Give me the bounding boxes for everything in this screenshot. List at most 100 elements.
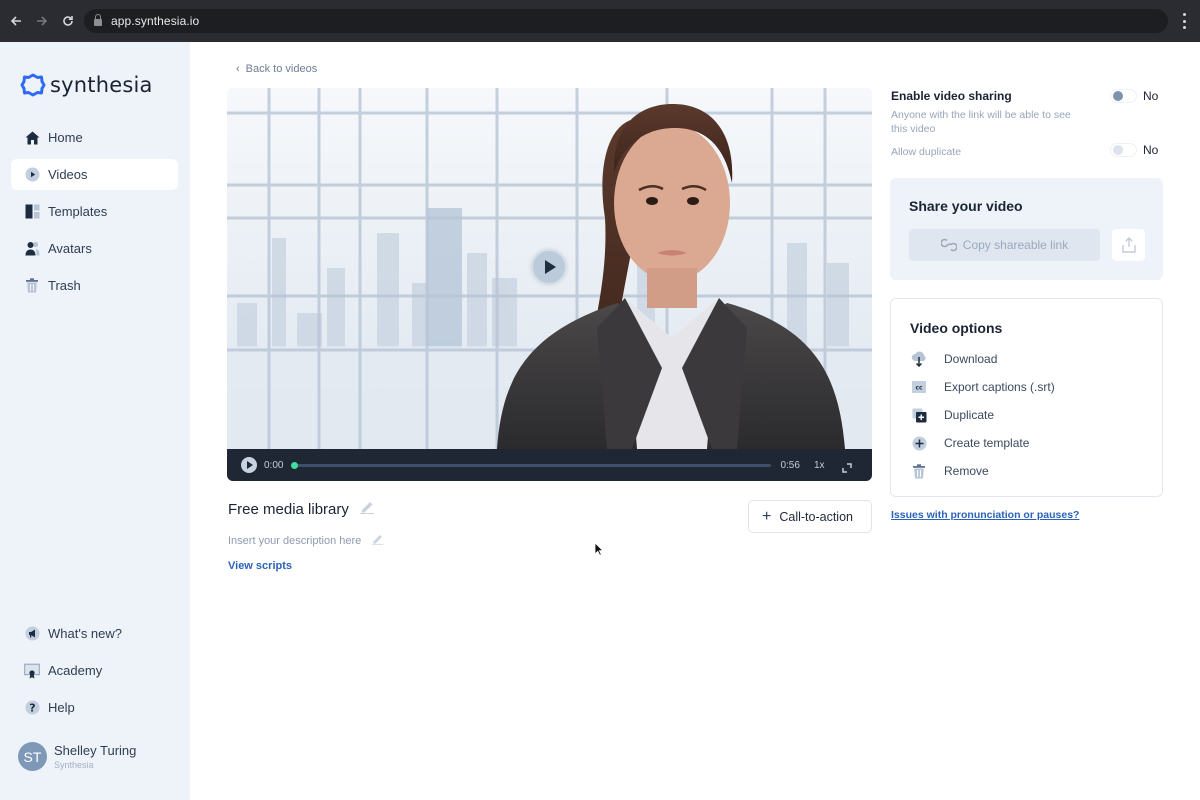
play-circle-icon (24, 167, 40, 183)
link-icon (940, 238, 957, 252)
view-scripts-link[interactable]: View scripts (228, 560, 292, 572)
sidebar-item-whats-new[interactable]: What's new? (11, 618, 178, 649)
certificate-icon (24, 663, 40, 679)
user-name: Shelley Turing (54, 743, 137, 758)
fullscreen-icon (841, 463, 852, 473)
sidebar-item-trash[interactable]: Trash (11, 270, 178, 301)
browser-back-button[interactable] (4, 9, 28, 33)
option-label: Create template (944, 436, 1030, 450)
seek-bar[interactable] (291, 461, 772, 469)
allow-duplicate-label: Allow duplicate (891, 146, 962, 158)
description-placeholder: Insert your description here (228, 534, 362, 547)
video-options-title: Video options (910, 320, 1003, 336)
sidebar-bottom-nav: What's new? Academy ? Help (11, 618, 178, 729)
player-controls: 0:00 0:56 1x (227, 449, 872, 481)
sidebar-item-academy[interactable]: Academy (11, 655, 178, 686)
share-video-card: Share your video Copy shareable link (890, 178, 1163, 280)
user-profile[interactable]: ST Shelley Turing Synthesia (18, 742, 136, 771)
option-label: Export captions (.srt) (944, 380, 1055, 394)
playback-speed-button[interactable]: 1x (814, 460, 825, 471)
synthesia-logo[interactable]: synthesia (20, 72, 153, 98)
sidebar-item-label: Help (48, 700, 75, 715)
user-info: Shelley Turing Synthesia (54, 743, 136, 770)
toggle-knob (1113, 91, 1123, 101)
video-description[interactable]: Insert your description here (228, 533, 384, 548)
video-sharing-value: No (1143, 89, 1159, 103)
option-download[interactable]: Download (911, 345, 1055, 373)
video-title: Free media library (228, 500, 375, 518)
back-link-label: Back to videos (245, 63, 318, 75)
browser-menu-button[interactable] (1178, 13, 1190, 29)
sidebar-item-label: Videos (48, 167, 88, 182)
megaphone-icon (24, 626, 40, 642)
trash-icon (911, 463, 927, 479)
sidebar-item-label: Templates (48, 204, 108, 219)
avatars-icon (24, 241, 40, 257)
kebab-menu-icon (1182, 13, 1186, 16)
option-duplicate[interactable]: Duplicate (911, 401, 1055, 429)
play-button[interactable] (241, 457, 257, 473)
edit-description-button[interactable] (371, 533, 384, 548)
copy-shareable-link-button[interactable]: Copy shareable link (909, 229, 1100, 261)
pencil-icon (359, 502, 374, 514)
video-player: 0:00 0:56 1x (227, 88, 872, 481)
seek-thumb[interactable] (291, 461, 299, 469)
toggle-knob (1113, 145, 1123, 155)
sidebar-item-videos[interactable]: Videos (11, 159, 178, 190)
allow-duplicate-value: No (1143, 143, 1159, 157)
video-frame[interactable] (227, 88, 872, 449)
sidebar-nav: Home Videos Templates Avatars Trash (11, 122, 178, 307)
sidebar: synthesia Home Videos Templates Avatars (0, 42, 190, 800)
fullscreen-button[interactable] (841, 460, 852, 473)
sidebar-item-label: Trash (48, 278, 81, 293)
sidebar-item-templates[interactable]: Templates (11, 196, 178, 227)
sidebar-item-label: What's new? (48, 626, 123, 641)
url-text: app.synthesia.io (111, 14, 200, 28)
sidebar-item-label: Academy (48, 663, 103, 678)
svg-text:?: ? (29, 702, 35, 715)
cta-label: Call-to-action (779, 509, 853, 524)
sidebar-item-avatars[interactable]: Avatars (11, 233, 178, 264)
video-options-card: Video options Download cc Export caption… (890, 298, 1163, 497)
chevron-left-icon: ‹ (236, 63, 240, 75)
sidebar-item-help[interactable]: ? Help (11, 692, 178, 723)
help-icon: ? (24, 700, 40, 716)
edit-title-button[interactable] (359, 500, 375, 518)
mouse-cursor-icon (594, 542, 604, 556)
pronunciation-issues-link[interactable]: Issues with pronunciation or pauses? (891, 509, 1079, 521)
browser-reload-button[interactable] (56, 9, 80, 33)
sidebar-item-home[interactable]: Home (11, 122, 178, 153)
option-label: Duplicate (944, 408, 995, 422)
arrow-right-icon (37, 16, 48, 26)
menu-dot (1182, 19, 1186, 23)
share-upload-icon (1121, 237, 1136, 253)
call-to-action-button[interactable]: + Call-to-action (748, 500, 872, 533)
browser-forward-button[interactable] (30, 9, 54, 33)
lock-icon (94, 14, 102, 26)
back-to-videos-link[interactable]: ‹ Back to videos (236, 63, 317, 75)
option-create-template[interactable]: Create template (911, 429, 1055, 457)
video-play-overlay-button[interactable] (531, 249, 567, 285)
templates-icon (24, 204, 40, 220)
trash-icon (24, 278, 40, 294)
video-title-text: Free media library (228, 500, 349, 518)
option-export-captions[interactable]: cc Export captions (.srt) (911, 373, 1055, 401)
play-icon (545, 260, 556, 274)
option-remove[interactable]: Remove (911, 457, 1055, 485)
svg-text:cc: cc (915, 385, 923, 392)
copy-link-label: Copy shareable link (962, 238, 1069, 252)
current-time: 0:00 (264, 459, 284, 471)
synthesia-logo-icon (20, 73, 46, 97)
plus-circle-icon (911, 435, 927, 451)
duration: 0:56 (780, 459, 800, 471)
home-icon (24, 130, 40, 146)
logo-text: synthesia (50, 73, 153, 97)
video-sharing-title: Enable video sharing (891, 89, 1012, 103)
share-export-button[interactable] (1112, 229, 1145, 261)
address-bar[interactable]: app.synthesia.io (84, 9, 1168, 33)
play-icon (247, 461, 253, 469)
avatar: ST (18, 742, 47, 771)
browser-toolbar: app.synthesia.io (0, 0, 1200, 42)
allow-duplicate-toggle[interactable] (1110, 143, 1137, 157)
video-sharing-toggle[interactable] (1110, 89, 1137, 103)
